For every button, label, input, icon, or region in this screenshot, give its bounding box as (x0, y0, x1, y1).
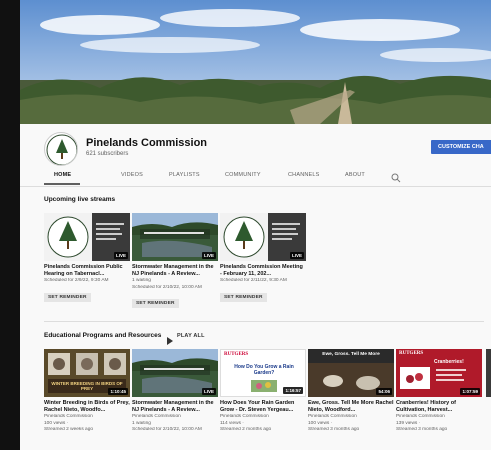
tab-channels[interactable]: CHANNELS (288, 172, 320, 178)
channel-header: Pinelands Commission 621 subscribers CUS… (20, 124, 491, 186)
tab-playlists[interactable]: PLAYLISTS (169, 172, 200, 178)
tab-about[interactable]: ABOUT (345, 172, 365, 178)
duration-badge: 1:16:57 (283, 387, 303, 394)
video-age: Streamed 3 months ago (308, 427, 360, 432)
header-divider (20, 186, 491, 187)
educational-video-card[interactable]: RUTGERS Cranberries! 1:07:59 Cranberries… (396, 349, 482, 434)
upcoming-video-card[interactable]: LIVE Pinelands Commission Meeting - Febr… (220, 213, 306, 303)
play-all-icon[interactable] (166, 332, 174, 345)
video-title[interactable]: Pinelands Commission Public Hearing on T… (44, 264, 130, 278)
upcoming-video-card[interactable]: LIVE Pinelands Commission Public Hearing… (44, 213, 130, 303)
channel-banner (20, 0, 491, 124)
set-reminder-button[interactable]: SET REMINDER (44, 292, 91, 302)
thumbnail-caption: Ewe, Gross. Tell Me More (322, 352, 380, 357)
search-icon[interactable] (391, 170, 401, 183)
rutgers-logo: RUTGERS (399, 351, 424, 356)
video-title[interactable]: Winter Breeding in Birds of Prey, Rachel… (44, 400, 130, 414)
subscriber-count: 621 subscribers (86, 151, 129, 157)
channel-tabs: HOME VIDEOS PLAYLISTS COMMUNITY CHANNELS… (44, 166, 484, 186)
video-thumbnail[interactable]: LIVE (220, 213, 306, 261)
educational-video-card[interactable]: WINTER BREEDING IN BIRDS OF PREY 1:10:45… (44, 349, 130, 434)
upcoming-video-card[interactable]: LIVE Stormwater Management in the NJ Pin… (132, 213, 218, 309)
educational-video-card[interactable]: LIVE Stormwater Management in the NJ Pin… (132, 349, 218, 434)
active-tab-indicator (44, 183, 80, 185)
live-badge: LIVE (113, 252, 128, 259)
video-thumbnail[interactable]: LIVE (132, 213, 218, 261)
video-age: Streamed 3 months ago (396, 427, 448, 432)
video-schedule: Scheduled for 2/10/22, 10:00 AM (132, 284, 202, 290)
video-title[interactable]: How Does Your Rain Garden Grow - Dr. Ste… (220, 400, 306, 414)
live-badge: LIVE (289, 252, 304, 259)
tab-community[interactable]: COMMUNITY (225, 172, 261, 178)
customize-channel-button[interactable]: CUSTOMIZE CHA (431, 140, 491, 154)
channel-avatar[interactable] (44, 132, 78, 166)
video-age: Streamed 2 weeks ago (44, 427, 94, 432)
duration-badge: 1:07:59 (460, 388, 480, 395)
educational-video-card[interactable]: RUTGERS How Do You Grow a Rain Garden? 1… (220, 349, 306, 434)
channel-name: Pinelands Commission (86, 137, 208, 149)
educational-section-title: Educational Programs and Resources (44, 332, 162, 339)
video-schedule: Scheduled for 2/9/22, 9:30 AM (44, 278, 109, 283)
video-title[interactable]: Stormwater Management in the NJ Pineland… (132, 400, 218, 414)
video-thumbnail[interactable]: RUTGERS Cranberries! 1:07:59 (396, 349, 482, 397)
duration-badge: 54:06 (376, 388, 392, 395)
video-title[interactable]: Pinelands Commission Meeting - February … (220, 264, 306, 278)
thumbnail-caption: Cranberries! (434, 359, 464, 365)
youtube-channel-page: Pinelands Commission 621 subscribers CUS… (20, 0, 491, 450)
tab-videos[interactable]: VIDEOS (121, 172, 143, 178)
partial-video-thumbnail[interactable] (486, 349, 491, 397)
duration-badge: 1:10:45 (108, 388, 128, 395)
upcoming-section-title: Upcoming live streams (44, 196, 116, 203)
live-badge: LIVE (201, 252, 216, 259)
set-reminder-button[interactable]: SET REMINDER (132, 299, 179, 308)
set-reminder-button[interactable]: SET REMINDER (220, 292, 267, 302)
video-thumbnail[interactable]: RUTGERS How Do You Grow a Rain Garden? 1… (220, 349, 306, 397)
video-thumbnail[interactable]: LIVE (132, 349, 218, 397)
video-schedule: Scheduled for 2/10/22, 10:00 AM (132, 427, 202, 432)
live-badge: LIVE (201, 388, 216, 395)
play-all-button[interactable]: PLAY ALL (177, 333, 205, 339)
video-thumbnail[interactable]: LIVE (44, 213, 130, 261)
thumbnail-caption: How Do You Grow a Rain Garden? (234, 364, 294, 376)
video-schedule: Scheduled for 2/11/22, 9:30 AM (220, 278, 287, 283)
section-divider (44, 321, 484, 322)
video-thumbnail[interactable]: Ewe, Gross. Tell Me More 54:06 (308, 349, 394, 397)
video-title[interactable]: Stormwater Management in the NJ Pineland… (132, 264, 218, 278)
video-title[interactable]: Ewe, Gross. Tell Me More Rachel Nieto, W… (308, 400, 394, 414)
educational-video-card[interactable]: Ewe, Gross. Tell Me More 54:06 Ewe, Gros… (308, 349, 394, 434)
video-age: Streamed 2 months ago (220, 427, 272, 432)
video-title[interactable]: Cranberries! History of Cultivation, Har… (396, 400, 482, 414)
video-thumbnail[interactable]: WINTER BREEDING IN BIRDS OF PREY 1:10:45 (44, 349, 130, 397)
rutgers-logo: RUTGERS (224, 352, 249, 357)
tab-home[interactable]: HOME (54, 172, 71, 178)
